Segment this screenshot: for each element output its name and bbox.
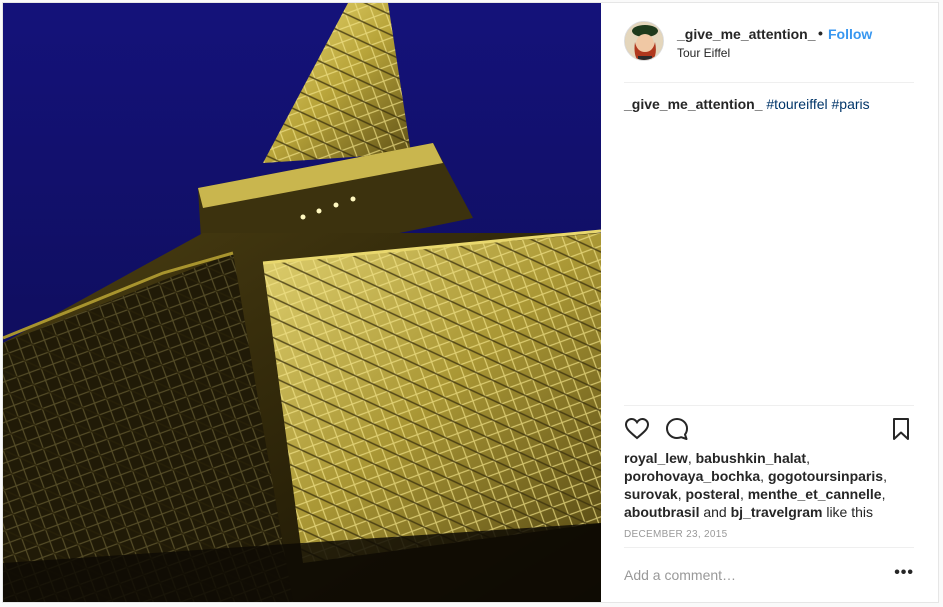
caption-username[interactable]: _give_me_attention_ (624, 96, 763, 112)
action-bar (624, 405, 914, 447)
post-caption: _give_me_attention_ #toureiffel #paris (624, 95, 870, 113)
liker-link[interactable]: babushkin_halat (696, 450, 806, 466)
location-link[interactable]: Tour Eiffel (677, 46, 730, 60)
liker-link[interactable]: menthe_et_cannelle (748, 486, 882, 502)
likes-summary: royal_lew, babushkin_halat, porohovaya_b… (624, 450, 887, 520)
post-header: _give_me_attention_ • Follow Tour Eiffel (624, 17, 914, 83)
follow-button[interactable]: Follow (828, 26, 872, 42)
liker-link[interactable]: porohovaya_bochka (624, 468, 760, 484)
more-options-button[interactable]: ••• (894, 564, 914, 582)
hashtag-link[interactable]: #paris (832, 96, 870, 112)
post-sidebar: _give_me_attention_ • Follow Tour Eiffel… (602, 3, 938, 602)
post-photo[interactable] (3, 3, 601, 602)
liker-link[interactable]: surovak (624, 486, 678, 502)
bookmark-icon (893, 418, 909, 440)
eiffel-tower-photo (3, 3, 601, 602)
avatar[interactable] (624, 21, 664, 61)
comment-input[interactable] (624, 564, 874, 586)
avatar-image (625, 22, 663, 60)
speech-bubble-icon (666, 418, 688, 440)
comment-bar: ••• (624, 547, 914, 603)
liker-link[interactable]: gogotoursinparis (768, 468, 883, 484)
liker-link[interactable]: bj_travelgram (731, 504, 823, 520)
post-date[interactable]: DECEMBER 23, 2015 (624, 529, 727, 540)
hashtag-link[interactable]: #toureiffel (766, 96, 827, 112)
heart-icon (624, 417, 650, 440)
save-button[interactable] (888, 416, 914, 442)
likes-suffix: like this (826, 504, 874, 520)
instagram-post: _give_me_attention_ • Follow Tour Eiffel… (2, 2, 939, 603)
separator-dot: • (818, 25, 823, 41)
comment-button[interactable] (664, 416, 690, 442)
like-button[interactable] (624, 416, 650, 442)
username-link[interactable]: _give_me_attention_ (677, 26, 816, 42)
likes-and-text: and (703, 504, 727, 520)
liker-link[interactable]: posteral (685, 486, 739, 502)
liker-link[interactable]: aboutbrasil (624, 504, 699, 520)
liker-link[interactable]: royal_lew (624, 450, 688, 466)
